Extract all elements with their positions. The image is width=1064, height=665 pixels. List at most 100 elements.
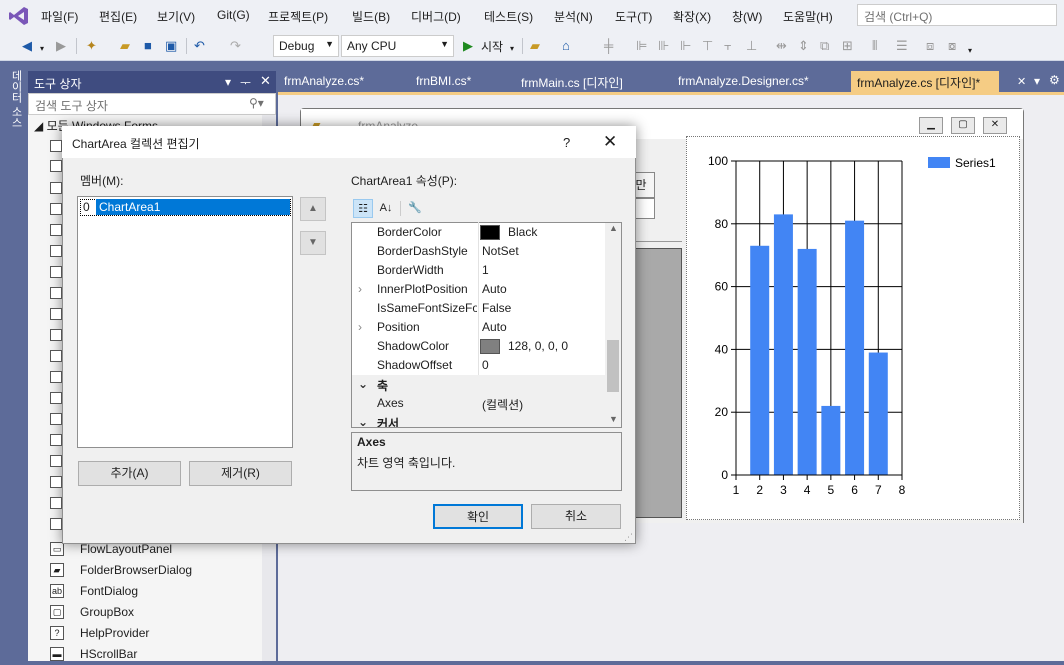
minimize-icon[interactable]: ▁ xyxy=(919,117,943,134)
chevron-right-icon[interactable]: › xyxy=(358,320,362,334)
property-row[interactable]: BorderDashStyle NotSet xyxy=(352,242,606,261)
size-to-grid-icon[interactable]: ⊞ xyxy=(842,39,853,53)
menu-item[interactable]: 편집(E) xyxy=(99,8,137,25)
category-axes[interactable]: ⌄ 축 xyxy=(352,375,606,394)
categorized-icon[interactable]: ☷ xyxy=(353,199,373,218)
menu-item[interactable]: 디버그(D) xyxy=(411,8,461,25)
chevron-down-icon[interactable]: ▾ xyxy=(40,42,44,56)
search-input[interactable]: 검색 (Ctrl+Q) xyxy=(857,4,1057,26)
menu-item[interactable]: 보기(V) xyxy=(157,8,195,25)
settings-icon[interactable]: ⚙ xyxy=(1049,73,1060,87)
members-list[interactable] xyxy=(77,196,293,448)
maximize-icon[interactable]: ▢ xyxy=(951,117,975,134)
play-icon[interactable]: ▶ xyxy=(463,39,473,53)
ok-button[interactable]: 확인 xyxy=(433,504,523,529)
property-row[interactable]: › Position Auto xyxy=(352,318,606,337)
property-row-axes[interactable]: Axes (컬렉션) xyxy=(352,394,606,413)
remove-button[interactable]: 제거(R) xyxy=(189,461,292,486)
bar xyxy=(821,405,841,475)
menu-item[interactable]: 테스트(S) xyxy=(484,8,533,25)
visual-studio-logo-icon[interactable] xyxy=(8,5,30,27)
scroll-thumb[interactable] xyxy=(607,340,619,392)
category-cursor[interactable]: ⌄ 커서 xyxy=(352,413,606,427)
save-all-icon[interactable]: ▣ xyxy=(165,39,177,53)
new-project-icon[interactable]: ✦ xyxy=(86,39,97,53)
menu-item[interactable]: Git(G) xyxy=(217,8,250,22)
data-sources-tab[interactable]: 데이터 소스 xyxy=(4,70,24,140)
menu-item[interactable]: 파일(F) xyxy=(41,8,78,25)
scroll-up-icon[interactable]: ▲ xyxy=(609,223,618,233)
tab-document[interactable]: frmAnalyze.Designer.cs* xyxy=(672,71,850,92)
tab-overflow-icon[interactable]: ▾ xyxy=(1034,74,1040,88)
center-vertically-icon[interactable]: ⧇ xyxy=(948,39,956,53)
control-icon xyxy=(50,350,62,362)
tab-document[interactable]: frnBMI.cs* xyxy=(410,71,514,92)
align-top-icon[interactable]: ⊤ xyxy=(702,39,713,53)
tab-document[interactable]: frmAnalyze.cs [디자인]* xyxy=(851,71,999,92)
same-height-icon[interactable]: ⇕ xyxy=(798,39,809,53)
property-pages-icon[interactable]: 🔧 xyxy=(405,199,425,218)
tick-label-y: 100 xyxy=(708,154,728,168)
cancel-button[interactable]: 취소 xyxy=(531,504,621,529)
resize-grip-icon[interactable]: ⋰ xyxy=(624,532,633,543)
align-center-icon[interactable]: ⊪ xyxy=(658,39,669,53)
menu-item[interactable]: 분석(N) xyxy=(554,8,593,25)
close-icon[interactable]: ✕ xyxy=(603,132,617,152)
alphabetical-icon[interactable]: A↓ xyxy=(376,199,396,218)
open-folder-icon[interactable]: ▰ xyxy=(120,39,130,53)
bar xyxy=(868,352,888,475)
window-position-icon[interactable]: ▾ xyxy=(225,75,231,89)
redo-icon[interactable]: ↷ xyxy=(230,39,241,53)
add-button[interactable]: 추가(A) xyxy=(78,461,181,486)
menu-item[interactable]: 도구(T) xyxy=(615,8,652,25)
chevron-right-icon[interactable]: › xyxy=(358,282,362,296)
align-left-icon[interactable]: ⊫ xyxy=(636,39,647,53)
toolbox-search-input[interactable]: 검색 도구 상자 ⚲▾ xyxy=(28,93,276,115)
same-width-icon[interactable]: ⇹ xyxy=(776,39,787,53)
property-name: IsSameFontSizeFor xyxy=(377,301,477,315)
align-bottom-icon[interactable]: ⊥ xyxy=(746,39,757,53)
close-icon[interactable]: ✕ xyxy=(983,117,1007,134)
close-icon[interactable]: ✕ xyxy=(260,73,271,89)
tab-document[interactable]: frmAnalyze.cs* xyxy=(278,71,404,92)
forward-icon[interactable]: ▶ xyxy=(56,39,66,53)
vertical-spacing-icon[interactable]: ☰ xyxy=(896,39,908,53)
same-size-icon[interactable]: ⧉ xyxy=(820,39,829,53)
horizontal-spacing-icon[interactable]: ⫴ xyxy=(872,39,877,53)
tab-close-icon[interactable]: ✕ xyxy=(1017,75,1026,88)
property-row[interactable]: › InnerPlotPosition Auto xyxy=(352,280,606,299)
menu-item[interactable]: 프로젝트(P) xyxy=(268,8,328,25)
chevron-down-icon[interactable]: ▾ xyxy=(510,42,514,56)
property-row[interactable]: BorderColor Black xyxy=(352,223,606,242)
chart-control[interactable]: 0 20 40 60 80 100 1 2 3 4 5 6 7 8 Series1 xyxy=(686,136,1020,520)
align-right-icon[interactable]: ⊩ xyxy=(680,39,691,53)
align-grid-icon[interactable]: ╪ xyxy=(604,39,613,53)
property-grid-scrollbar[interactable] xyxy=(605,223,621,427)
find-in-files-icon[interactable]: ▰ xyxy=(530,39,540,53)
configuration-dropdown[interactable]: Debug ▼ xyxy=(273,35,339,57)
move-up-icon[interactable]: ▲ xyxy=(300,197,326,221)
back-icon[interactable]: ◀ xyxy=(22,39,32,53)
scroll-down-icon[interactable]: ▼ xyxy=(609,414,618,424)
property-row[interactable]: IsSameFontSizeFor False xyxy=(352,299,606,318)
menu-item[interactable]: 확장(X) xyxy=(673,8,711,25)
save-icon[interactable]: ■ xyxy=(144,39,152,53)
start-button[interactable]: 시작 xyxy=(481,38,503,55)
tab-document[interactable]: frmMain.cs [디자인] xyxy=(515,71,671,92)
member-name[interactable]: ChartArea1 xyxy=(96,199,290,215)
property-row[interactable]: ShadowOffset 0 xyxy=(352,356,606,375)
help-button[interactable]: ? xyxy=(563,135,570,150)
pin-icon[interactable]: ᅮ xyxy=(240,74,251,91)
move-down-icon[interactable]: ▼ xyxy=(300,231,326,255)
property-row[interactable]: BorderWidth 1 xyxy=(352,261,606,280)
menu-item[interactable]: 빌드(B) xyxy=(352,8,390,25)
platform-dropdown[interactable]: Any CPU ▼ xyxy=(341,35,454,57)
home-icon[interactable]: ⌂ xyxy=(562,39,570,53)
undo-icon[interactable]: ↶ xyxy=(194,39,205,53)
property-row[interactable]: ShadowColor 128, 0, 0, 0 xyxy=(352,337,606,356)
overflow-icon[interactable]: ▾ xyxy=(968,44,972,58)
menu-item[interactable]: 도움말(H) xyxy=(783,8,833,25)
align-middle-icon[interactable]: ⫟ xyxy=(724,39,732,53)
menu-item[interactable]: 창(W) xyxy=(732,8,762,25)
center-horizontally-icon[interactable]: ⧈ xyxy=(926,39,934,53)
